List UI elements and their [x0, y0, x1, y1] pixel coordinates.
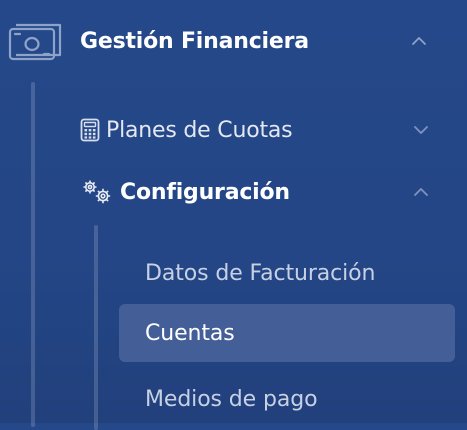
gears-icon	[80, 178, 116, 206]
sidebar-item-medios-de-pago[interactable]: Medios de pago	[119, 370, 455, 428]
money-icon	[8, 21, 64, 61]
sidebar-item-label: Datos de Facturación	[145, 260, 376, 286]
sidebar-item-gestion-financiera[interactable]: Gestión Financiera	[8, 18, 458, 64]
sidebar-item-label: Cuentas	[145, 320, 235, 346]
sidebar-item-label: Medios de pago	[145, 386, 318, 412]
chevron-up-icon[interactable]	[412, 183, 430, 201]
sidebar-item-planes-de-cuotas[interactable]: Planes de Cuotas	[80, 110, 460, 150]
sidebar-item-cuentas[interactable]: Cuentas	[119, 304, 455, 362]
chevron-up-icon[interactable]	[410, 32, 428, 50]
sidebar-item-label: Planes de Cuotas	[106, 117, 293, 143]
submenu-rail	[31, 82, 35, 427]
submenu-rail-nested	[94, 225, 98, 430]
sidebar-item-datos-de-facturacion[interactable]: Datos de Facturación	[119, 244, 455, 302]
sidebar-item-label: Configuración	[120, 179, 290, 205]
chevron-down-icon[interactable]	[412, 121, 430, 139]
sidebar-item-configuracion[interactable]: Configuración	[80, 172, 460, 212]
sidebar-nav: Gestión Financiera Planes de Cuotas Conf…	[0, 0, 467, 430]
calculator-icon	[80, 118, 100, 142]
sidebar-item-label: Gestión Financiera	[80, 28, 309, 54]
